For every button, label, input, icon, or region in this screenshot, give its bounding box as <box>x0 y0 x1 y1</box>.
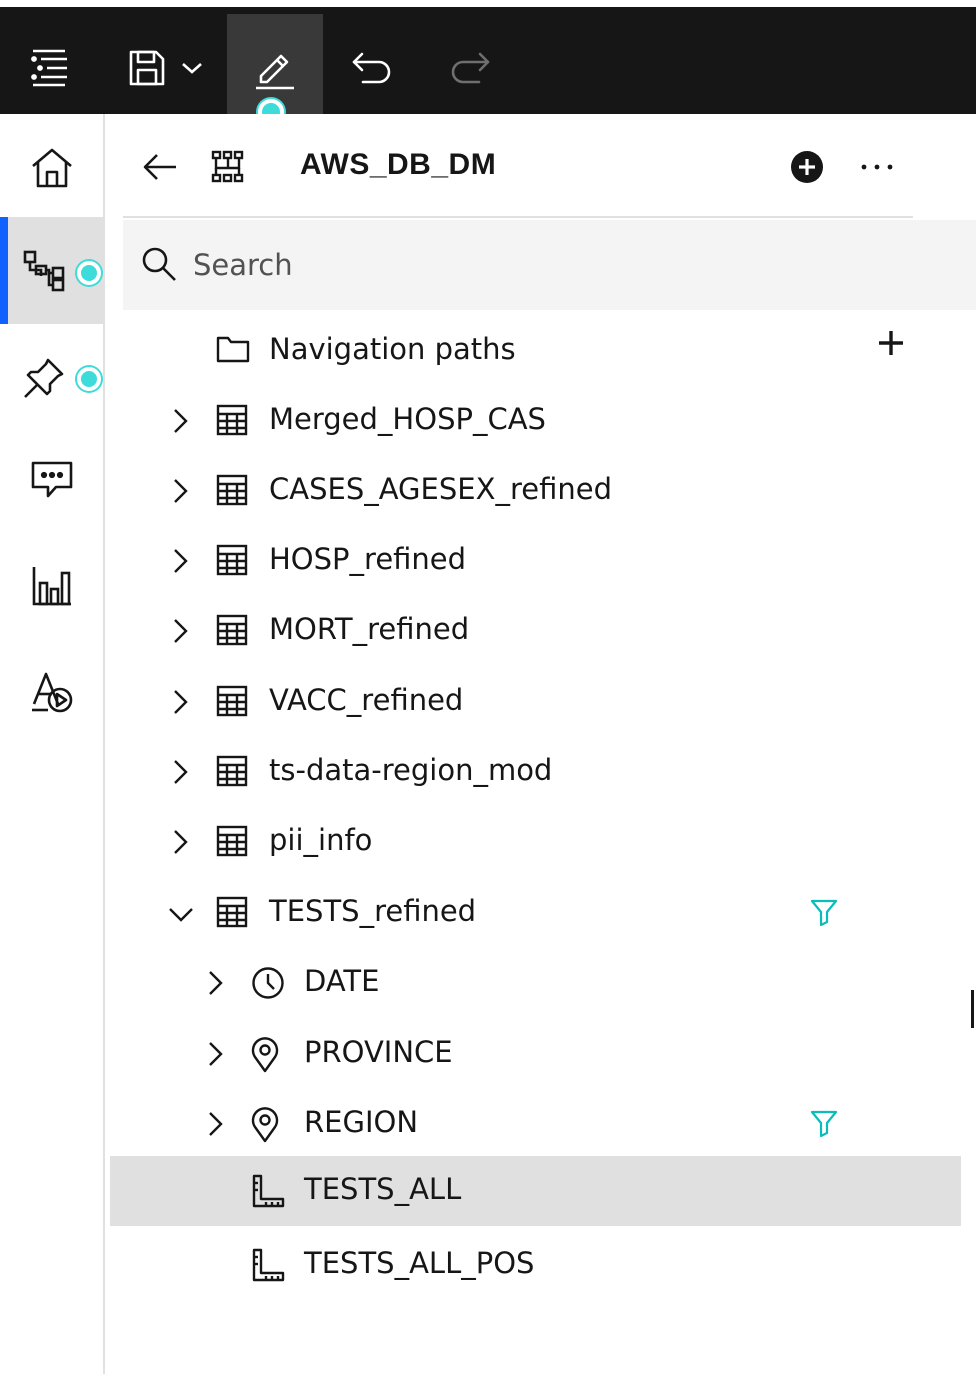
undo-button[interactable] <box>323 14 421 121</box>
chevron-right-icon[interactable] <box>207 1041 231 1067</box>
table-icon <box>216 755 250 789</box>
chevron-right-icon[interactable] <box>172 548 196 574</box>
shapes-play-icon <box>31 672 72 712</box>
location-icon <box>251 1107 285 1143</box>
outline-menu-button[interactable] <box>0 14 98 121</box>
add-button[interactable] <box>790 150 824 184</box>
folder-icon <box>216 334 250 368</box>
pins-notification-dot <box>77 367 101 391</box>
tree-item-label: TESTS_ALL <box>304 1172 462 1206</box>
table-icon <box>216 685 250 719</box>
tree-item-label: Navigation paths <box>269 332 516 366</box>
tree-item[interactable]: MORT_refined <box>110 596 961 666</box>
tree-item-label: ts-data-region_mod <box>269 753 553 787</box>
tree-item[interactable]: VACC_refined <box>110 667 961 737</box>
chevron-right-icon[interactable] <box>207 970 231 996</box>
tree-item-label: TESTS_refined <box>269 894 477 928</box>
chevron-down-icon[interactable] <box>181 61 203 75</box>
tree-item[interactable]: REGION <box>110 1089 961 1159</box>
redo-button[interactable] <box>421 14 519 121</box>
tree-item-label: REGION <box>304 1105 419 1139</box>
add-navigation-path-icon[interactable] <box>878 330 904 360</box>
overflow-menu-button[interactable] <box>860 150 894 184</box>
rail-home-button[interactable] <box>0 114 103 221</box>
tree-item-label: CASES_AGESEX_refined <box>269 472 612 506</box>
chevron-right-icon[interactable] <box>172 478 196 504</box>
table-icon <box>216 614 250 648</box>
data-tree-notification-dot <box>77 261 101 285</box>
table-icon <box>216 544 250 578</box>
tree-item[interactable]: Navigation paths <box>110 316 961 386</box>
tree-item[interactable]: PROVINCE <box>110 1019 961 1089</box>
table-icon <box>216 404 250 438</box>
pin-icon <box>23 358 63 398</box>
measure-icon <box>251 1174 285 1208</box>
data-tree-icon <box>23 250 64 291</box>
table-icon <box>216 474 250 508</box>
data-module-button[interactable] <box>211 150 245 184</box>
add-circle-icon <box>791 151 823 183</box>
rail-visualizations-button[interactable] <box>0 532 103 639</box>
save-icon <box>129 50 165 85</box>
location-icon <box>251 1037 285 1073</box>
tree-item-label: Merged_HOSP_CAS <box>269 402 546 436</box>
tree-item[interactable]: pii_info <box>110 807 961 877</box>
tree-item-label: pii_info <box>269 823 373 857</box>
back-button[interactable] <box>143 150 177 184</box>
redo-icon <box>451 52 490 83</box>
tree-item[interactable]: TESTS_ALL_POS <box>110 1230 961 1300</box>
save-button[interactable] <box>110 14 220 121</box>
chevron-right-icon[interactable] <box>172 829 196 855</box>
rail-assistant-button[interactable] <box>0 638 103 745</box>
tree-item[interactable]: ts-data-region_mod <box>110 737 961 807</box>
home-icon <box>31 148 72 187</box>
text-cursor <box>971 990 974 1028</box>
table-icon <box>216 825 250 859</box>
filter-icon[interactable] <box>810 898 838 930</box>
undo-icon <box>352 52 391 83</box>
tree-item[interactable]: Merged_HOSP_CAS <box>110 386 961 456</box>
filter-icon[interactable] <box>810 1109 838 1141</box>
arrow-left-icon <box>143 154 176 180</box>
chevron-right-icon[interactable] <box>172 689 196 715</box>
overflow-menu-icon <box>861 164 893 170</box>
tree-item[interactable]: HOSP_refined <box>110 526 961 596</box>
chevron-down-icon[interactable] <box>168 906 193 932</box>
rail-comments-button[interactable] <box>0 426 103 533</box>
measure-icon <box>251 1248 285 1282</box>
tree-item-label: PROVINCE <box>304 1035 453 1069</box>
tree-item[interactable]: TESTS_ALL <box>110 1156 961 1226</box>
clock-icon <box>251 966 285 1000</box>
pencil-icon <box>256 54 294 89</box>
search-bar <box>123 220 976 310</box>
chevron-right-icon[interactable] <box>207 1111 231 1137</box>
chevron-right-icon[interactable] <box>172 618 196 644</box>
left-rail <box>0 114 105 1374</box>
search-icon <box>142 247 176 281</box>
chevron-right-icon[interactable] <box>172 408 196 434</box>
table-icon <box>216 896 250 930</box>
outline-list-icon <box>31 49 67 86</box>
tree-item-label: HOSP_refined <box>269 542 467 576</box>
tree-item[interactable]: TESTS_refined <box>110 878 961 948</box>
search-input[interactable] <box>193 240 893 290</box>
top-toolbar <box>0 0 976 121</box>
tree-item-label: DATE <box>304 964 380 998</box>
tree-item-label: TESTS_ALL_POS <box>304 1246 535 1280</box>
tree-item[interactable]: DATE <box>110 948 961 1018</box>
tree-item-label: MORT_refined <box>269 612 470 646</box>
chat-icon <box>31 461 72 497</box>
chevron-right-icon[interactable] <box>172 759 196 785</box>
data-module-icon <box>211 150 244 183</box>
tree-item-label: VACC_refined <box>269 683 464 717</box>
bar-chart-icon <box>32 566 71 605</box>
data-tree-panel: AWS_DB_DM Navigation paths Merged_HOSP_CA… <box>107 114 976 1374</box>
tree-item[interactable]: CASES_AGESEX_refined <box>110 456 961 526</box>
panel-header: AWS_DB_DM <box>123 114 913 218</box>
page-title: AWS_DB_DM <box>300 148 497 181</box>
